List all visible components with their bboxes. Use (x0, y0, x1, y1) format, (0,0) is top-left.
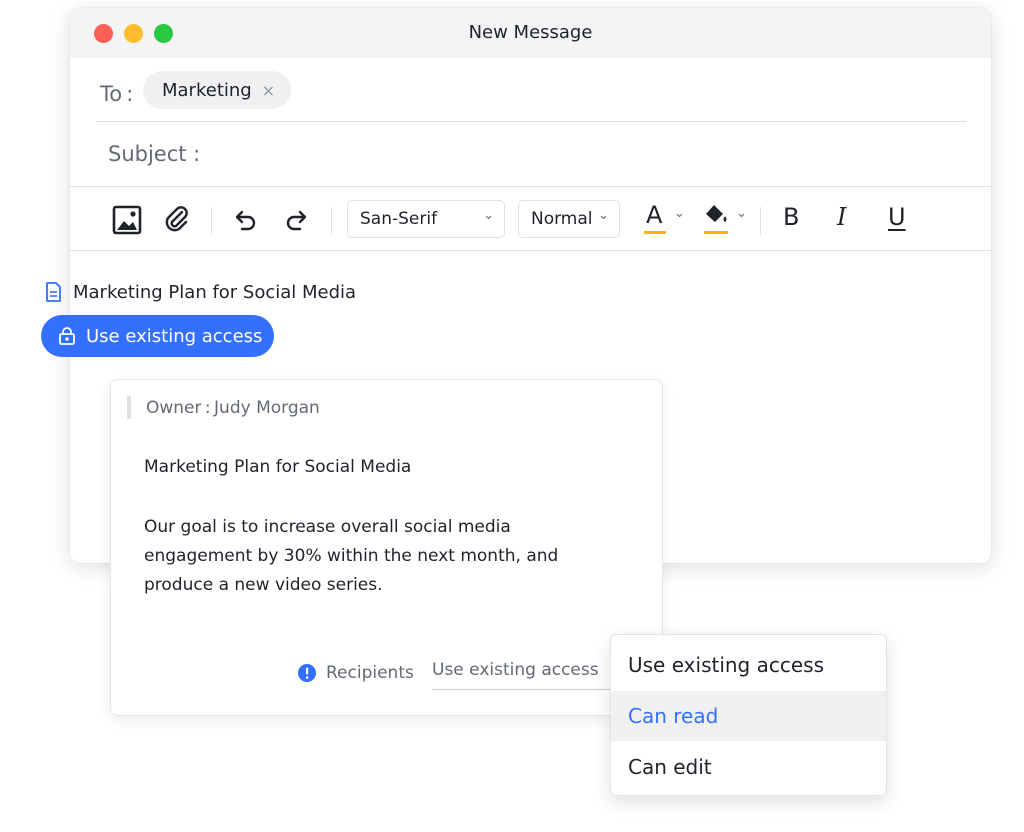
use-existing-access-label: Use existing access (86, 325, 263, 347)
attach-file-icon[interactable] (161, 204, 193, 236)
use-existing-access-button[interactable]: Use existing access (41, 315, 274, 357)
subject-field[interactable]: Subject : (70, 122, 991, 187)
font-family-value: San-Serif (360, 209, 438, 229)
toolbar-divider (211, 207, 212, 235)
permission-select-underline (432, 689, 612, 690)
quote-bar (127, 396, 131, 419)
doc-preview-body: Our goal is to increase overall social m… (144, 517, 559, 595)
doc-owner: Owner : Judy Morgan (146, 398, 320, 418)
undo-icon[interactable] (229, 204, 261, 236)
recipients-permission-select[interactable]: Use existing access (432, 660, 599, 680)
bold-button[interactable]: B (783, 203, 799, 231)
toolbar-divider (760, 207, 761, 235)
chevron-down-icon: ⌄ (736, 206, 747, 221)
attached-doc-title: Marketing Plan for Social Media (73, 281, 357, 303)
format-toolbar: San-Serif ⌄ Normal ⌄ A ⌄ ⌄ B I U (70, 187, 991, 251)
recipients-permission-row: Recipients Use existing access (297, 660, 599, 686)
redo-icon[interactable] (281, 204, 313, 236)
doc-preview-title: Marketing Plan for Social Media (144, 457, 412, 477)
to-field-row[interactable]: To : Marketing × (96, 70, 966, 122)
chevron-down-icon: ⌄ (598, 208, 609, 223)
menu-item-can-edit[interactable]: Can edit (611, 742, 886, 792)
font-size-select[interactable]: Normal ⌄ (518, 200, 620, 238)
recipient-chip-marketing[interactable]: Marketing × (143, 71, 292, 109)
subject-label: Subject : (108, 142, 201, 166)
doc-preview-card: Owner : Judy Morgan Marketing Plan for S… (110, 379, 663, 716)
chevron-down-icon: ⌄ (674, 206, 685, 221)
attached-doc-link[interactable]: Marketing Plan for Social Media (45, 280, 356, 304)
chevron-down-icon: ⌄ (483, 208, 494, 223)
paint-bucket-icon (706, 205, 727, 222)
font-family-select[interactable]: San-Serif ⌄ (347, 200, 505, 238)
document-icon (46, 282, 61, 302)
title-bar: New Message (70, 8, 991, 58)
menu-item-use-existing-access[interactable]: Use existing access (611, 640, 886, 690)
window-title: New Message (468, 22, 593, 43)
menu-item-can-read[interactable]: Can read (611, 691, 886, 741)
recipient-chip-label: Marketing (162, 79, 252, 101)
text-color-icon: A (646, 201, 663, 229)
recipients-label: Recipients (326, 663, 414, 683)
insert-image-icon[interactable] (111, 204, 143, 236)
text-color-button[interactable]: A ⌄ (644, 199, 686, 239)
highlight-color-swatch (704, 231, 728, 234)
lock-icon (59, 327, 75, 345)
info-icon (298, 664, 316, 682)
text-color-swatch (644, 231, 666, 234)
remove-recipient-icon[interactable]: × (262, 81, 275, 100)
to-label: To : (100, 82, 134, 106)
underline-button[interactable]: U (888, 203, 906, 231)
access-permission-menu: Use existing access Can read Can edit (610, 634, 887, 796)
toolbar-divider (331, 207, 332, 235)
font-size-value: Normal (531, 209, 593, 229)
highlight-color-button[interactable]: ⌄ (704, 199, 750, 239)
italic-button[interactable]: I (837, 203, 846, 231)
